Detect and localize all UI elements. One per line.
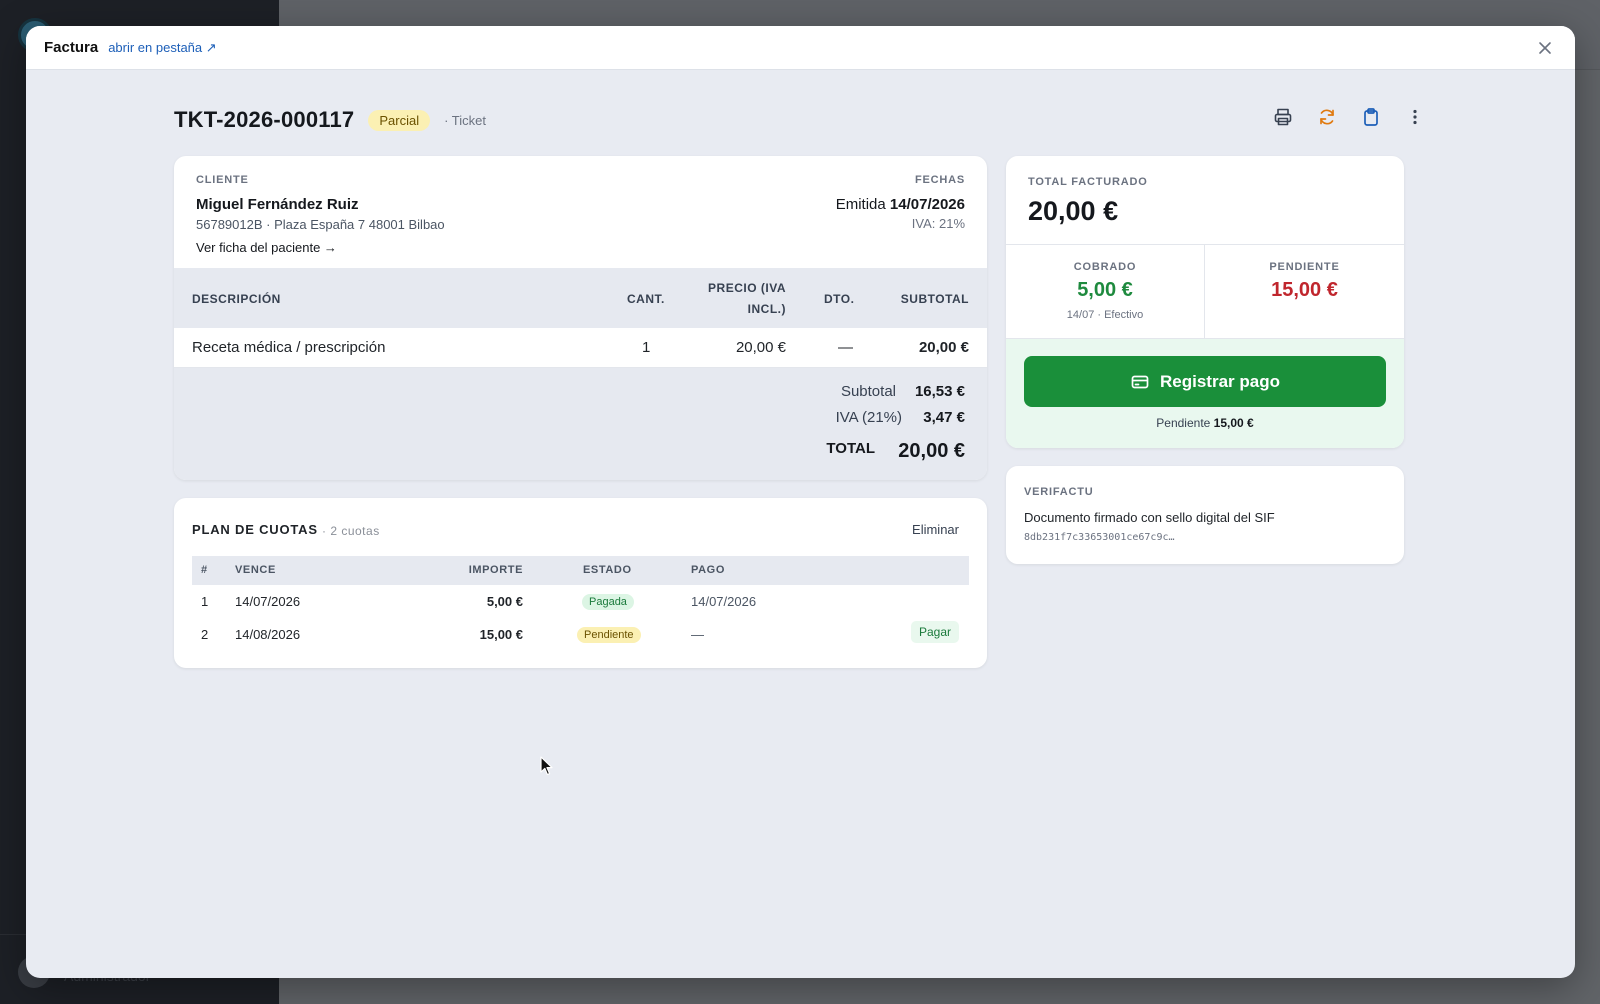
plan-table-header: # VENCE IMPORTE ESTADO PAGO xyxy=(192,556,969,585)
mouse-cursor-icon xyxy=(540,756,554,781)
col-price-line-1: PRECIO (IVA xyxy=(708,281,786,295)
line-discount: — xyxy=(838,339,853,356)
row-amount: 15,00 € xyxy=(479,627,523,642)
printer-icon[interactable] xyxy=(1272,106,1294,128)
totals-area: Subtotal 16,53 € IVA (21%) 3,47 € TOTAL … xyxy=(174,368,987,480)
subtotal-label: Subtotal xyxy=(840,383,896,400)
plan-count: · 2 cuotas xyxy=(322,524,380,538)
line-qty: 1 xyxy=(642,339,651,356)
close-icon[interactable] xyxy=(1535,38,1555,58)
payment-summary-card: TOTAL FACTURADO 20,00 € COBRADO 5,00 € 1… xyxy=(1006,156,1404,448)
pending-note-label: Pendiente xyxy=(1156,416,1211,430)
collected-label: COBRADO xyxy=(1073,261,1137,273)
document-number: TKT-2026-000117 xyxy=(174,107,355,132)
verifactu-card: VERIFACTU Documento firmado con sello di… xyxy=(1006,466,1404,564)
row-status-cell: Pagada xyxy=(582,593,634,610)
total-value: 20,00 € xyxy=(898,440,965,462)
collected-column: COBRADO 5,00 € 14/07 · Efectivo xyxy=(1006,245,1205,338)
col-description: DESCRIPCIÓN xyxy=(192,292,281,306)
clipboard-icon[interactable] xyxy=(1360,106,1382,128)
table-row: Receta médica / prescripción 1 20,00 € —… xyxy=(174,328,987,368)
col-payment: PAGO xyxy=(691,564,725,576)
iva-label: IVA (21%) xyxy=(835,409,902,426)
plan-title: PLAN DE CUOTAS xyxy=(192,522,318,537)
client-address: 56789012B · Plaza España 7 48001 Bilbao xyxy=(196,217,445,232)
total-billed-label: TOTAL FACTURADO xyxy=(1028,176,1148,188)
verifactu-text: Documento firmado con sello digital del … xyxy=(1024,510,1275,525)
client-name: Miguel Fernández Ruiz xyxy=(196,196,359,213)
register-payment-label: Registrar pago xyxy=(1160,371,1280,391)
col-status: ESTADO xyxy=(583,564,632,576)
row-number: 1 xyxy=(201,594,209,609)
modal-title: Factura xyxy=(44,39,99,56)
iva-rate: IVA: 21% xyxy=(911,216,965,231)
table-row: 1 14/07/2026 5,00 € Pagada 14/07/2026 xyxy=(192,585,969,618)
pending-note-value: 15,00 € xyxy=(1213,416,1254,430)
collected-note: 14/07 · Efectivo xyxy=(1066,309,1144,321)
invoice-card: CLIENTE Miguel Fernández Ruiz 56789012B … xyxy=(174,156,987,480)
status-badge: Parcial xyxy=(368,109,431,131)
line-price: 20,00 € xyxy=(735,339,786,356)
iva-value: 3,47 € xyxy=(923,409,965,426)
invoice-modal: Factura abrir en pestaña ↗ TKT-2026-0001… xyxy=(26,26,1575,978)
summary-total: TOTAL FACTURADO 20,00 € xyxy=(1006,156,1404,245)
row-payment: — xyxy=(691,627,704,642)
row-number: 2 xyxy=(201,627,209,642)
view-patient-link[interactable]: Ver ficha del paciente → xyxy=(196,240,337,255)
document-type: · Ticket xyxy=(444,112,486,128)
pending-column: PENDIENTE 15,00 € xyxy=(1205,245,1404,338)
modal-header: Factura abrir en pestaña ↗ xyxy=(26,26,1575,70)
issued-label: Emitida xyxy=(835,196,886,213)
issued-date: Emitida 14/07/2026 xyxy=(836,196,965,213)
row-payment: 14/07/2026 xyxy=(691,594,757,609)
register-payment-button[interactable]: Registrar pago xyxy=(1024,356,1386,407)
dates-block: FECHAS Emitida 14/07/2026 IVA: 21% xyxy=(836,174,965,231)
verifactu-hash: 8db231f7c33653001ce67c9c… xyxy=(1024,532,1175,543)
row-due: 14/07/2026 xyxy=(235,594,301,609)
row-status-cell: Pendiente xyxy=(577,626,641,643)
installments-card: PLAN DE CUOTAS · 2 cuotas Eliminar # VEN… xyxy=(174,498,987,668)
line-description: Receta médica / prescripción xyxy=(192,339,386,356)
verifactu-label: VERIFACTU xyxy=(1024,486,1094,498)
dates-label: FECHAS xyxy=(914,174,965,186)
pending-note: Pendiente 15,00 € xyxy=(1006,416,1404,430)
pay-installment-button[interactable]: Pagar xyxy=(910,621,959,643)
register-payment-area: Registrar pago Pendiente 15,00 € xyxy=(1006,338,1404,448)
client-block: CLIENTE Miguel Fernández Ruiz 56789012B … xyxy=(196,174,445,257)
refresh-icon[interactable] xyxy=(1316,106,1338,128)
status-badge: Pagada xyxy=(582,594,634,610)
line-subtotal: 20,00 € xyxy=(918,339,969,356)
row-action-cell: Pagar xyxy=(910,621,959,643)
table-row: 2 14/08/2026 15,00 € Pendiente — Pagar xyxy=(192,618,969,651)
lines-table-header: DESCRIPCIÓN CANT. PRECIO (IVA INCL.) DTO… xyxy=(174,268,987,328)
summary-breakdown: COBRADO 5,00 € 14/07 · Efectivo PENDIENT… xyxy=(1006,245,1404,338)
total-billed-value: 20,00 € xyxy=(1028,196,1119,226)
col-number: # xyxy=(201,564,208,576)
col-subtotal: SUBTOTAL xyxy=(900,292,969,306)
issued-value: 14/07/2026 xyxy=(889,196,965,213)
document-header: TKT-2026-000117 Parcial · Ticket xyxy=(174,104,486,136)
col-qty: CANT. xyxy=(627,292,665,306)
row-amount: 5,00 € xyxy=(486,594,523,609)
pending-value: 15,00 € xyxy=(1271,279,1338,301)
row-due: 14/08/2026 xyxy=(235,627,301,642)
pending-label: PENDIENTE xyxy=(1269,261,1340,273)
subtotal-value: 16,53 € xyxy=(914,383,965,400)
document-toolbar xyxy=(1272,106,1426,128)
collected-value: 5,00 € xyxy=(1077,279,1133,301)
client-label: CLIENTE xyxy=(196,174,249,186)
col-due: VENCE xyxy=(235,564,276,576)
col-amount: IMPORTE xyxy=(468,564,523,576)
col-price-line-2: INCL.) xyxy=(747,302,786,316)
more-vertical-icon[interactable] xyxy=(1404,106,1426,128)
total-label: TOTAL xyxy=(826,440,875,457)
status-badge: Pendiente xyxy=(577,627,641,643)
col-discount: DTO. xyxy=(824,292,855,306)
credit-card-icon xyxy=(1131,375,1149,388)
delete-plan-button[interactable]: Eliminar xyxy=(912,522,959,537)
open-in-tab-link[interactable]: abrir en pestaña ↗ xyxy=(108,40,216,56)
